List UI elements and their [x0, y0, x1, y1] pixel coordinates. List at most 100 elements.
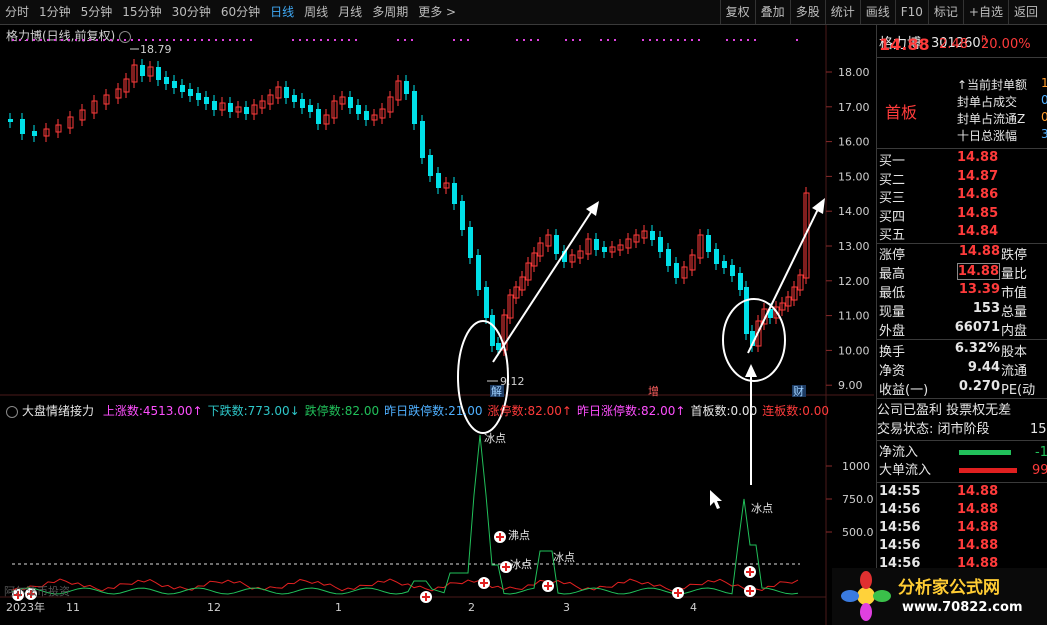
bid-row[interactable]: 买一 14.88	[877, 150, 1047, 169]
event-tag-jie-text: 解	[491, 384, 502, 398]
signal-dot	[348, 39, 350, 41]
quote-stat-row: 净资 9.44 流通	[879, 360, 1028, 379]
signal-dot	[40, 39, 42, 41]
signal-dot	[572, 39, 574, 41]
seal-stat-row: 十日总涨幅33	[957, 127, 1047, 143]
signal-dot	[355, 39, 357, 41]
tab-monthly[interactable]: 月线	[333, 0, 367, 24]
tab-30min[interactable]: 30分钟	[167, 0, 216, 24]
tick-row: 14:56 14.88	[879, 538, 999, 553]
bid-row[interactable]: 买三 14.86	[877, 187, 1047, 206]
signal-dot	[404, 39, 406, 41]
signal-dot	[313, 39, 315, 41]
signal-dot	[236, 39, 238, 41]
signal-dot	[180, 39, 182, 41]
trading-status-num: 15	[1030, 422, 1047, 437]
signal-dot	[208, 39, 210, 41]
candle-body	[554, 235, 559, 254]
signal-dot	[222, 39, 224, 41]
bid-row[interactable]: 买五 14.84	[877, 224, 1047, 243]
tab-5min[interactable]: 5分钟	[76, 0, 118, 24]
signal-dot	[726, 39, 728, 41]
signal-dot	[250, 39, 252, 41]
indicator-item: 跌停数:82.00	[304, 404, 380, 418]
tab-multi-period[interactable]: 多周期	[367, 0, 413, 24]
signal-dot	[68, 39, 70, 41]
price-change: 2.48	[939, 37, 968, 52]
boilpoint-label: 沸点	[508, 529, 530, 542]
high-price-marker: 18.79	[140, 43, 172, 56]
tab-1min[interactable]: 1分钟	[34, 0, 76, 24]
candle-body	[674, 263, 679, 278]
signal-dot	[677, 39, 679, 41]
candle-body	[164, 77, 169, 84]
candle-body	[316, 109, 321, 124]
candle-body	[714, 249, 719, 264]
bid-row[interactable]: 买二 14.87	[877, 169, 1047, 188]
event-tag-zeng: 增	[648, 384, 659, 398]
mark-button[interactable]: 标记	[927, 0, 963, 24]
tab-fenshi[interactable]: 分时	[0, 0, 34, 24]
net-inflow-bar	[959, 450, 1011, 455]
signal-dot	[334, 39, 336, 41]
site-logo: 分析家公式网 www.70822.com	[832, 568, 1047, 625]
icepoint-label-4: 冰点	[751, 502, 773, 515]
signal-dot	[341, 39, 343, 41]
candle-body	[308, 105, 313, 112]
draw-line-button[interactable]: 画线	[859, 0, 895, 24]
time-label-1: 1	[335, 601, 342, 614]
quote-stat-row: 现量 153 总量	[879, 301, 1028, 320]
chart-area[interactable]: 格力博(日线,前复权) 18.00 17.00 16.00 15.00 14.00 13.…	[0, 25, 874, 625]
net-inflow-value: -1	[1035, 445, 1047, 460]
signal-dot	[516, 39, 518, 41]
signal-dot	[453, 39, 455, 41]
multi-stock-button[interactable]: 多股	[789, 0, 825, 24]
signal-dot	[124, 39, 126, 41]
quote-stat-row: 收益(一) 0.270 PE(动	[879, 379, 1036, 398]
tab-more[interactable]: 更多 >	[413, 0, 461, 24]
signal-dot	[173, 39, 175, 41]
indicator-item: 昨日跌停数:21.00	[384, 404, 483, 418]
signal-dot	[698, 39, 700, 41]
signal-dot	[103, 39, 105, 41]
back-button[interactable]: 返回	[1007, 0, 1043, 24]
f10-button[interactable]: F10	[894, 0, 928, 24]
time-label-12: 12	[207, 601, 221, 614]
signal-dot	[19, 39, 21, 41]
fuquan-button[interactable]: 复权	[719, 0, 755, 24]
tab-60min[interactable]: 60分钟	[216, 0, 265, 24]
tab-weekly[interactable]: 周线	[299, 0, 333, 24]
indicator-settings-icon[interactable]	[6, 405, 18, 418]
green-series	[11, 434, 799, 595]
logo-text: 分析家公式网	[898, 578, 1000, 598]
candle-body	[594, 239, 599, 250]
candle-body	[204, 97, 209, 104]
candle-body	[496, 343, 501, 350]
quote-stat-row: 外盘 66071 内盘	[879, 320, 1028, 339]
add-watchlist-button[interactable]: +自选	[962, 0, 1008, 24]
price-axis-label: 18.00	[838, 66, 870, 79]
tab-15min[interactable]: 15分钟	[117, 0, 166, 24]
candle-body	[156, 67, 161, 80]
candle-body	[32, 131, 37, 136]
bid-row[interactable]: 买四 14.85	[877, 206, 1047, 225]
overlay-button[interactable]: 叠加	[754, 0, 790, 24]
candlestick-chart[interactable]: 18.00 17.00 16.00 15.00 14.00 13.00 12.00 11.00…	[0, 25, 874, 625]
stats-button[interactable]: 统计	[824, 0, 860, 24]
signal-dot	[740, 39, 742, 41]
candle-body	[300, 99, 305, 108]
candle-body	[722, 261, 727, 268]
candle-body	[460, 201, 465, 230]
tab-daily[interactable]: 日线	[265, 0, 299, 24]
signal-dot	[117, 39, 119, 41]
indicator-item: 昨日涨停数:82.00↑	[576, 404, 686, 418]
seal-stat-row: ↑当前封单额17	[957, 76, 1047, 92]
quote-panel: 格力博 301260 R 14.88 2.48 20.00% 首板 ↑当前封单额…	[876, 25, 1047, 625]
signal-dot	[691, 39, 693, 41]
trading-status-text: 交易状态: 闭市阶段	[877, 422, 990, 437]
price-axis-label: 10.00	[838, 344, 870, 357]
quote-stat-row: 换手 6.32% 股本	[879, 341, 1028, 360]
price-change-pct: 20.00%	[981, 37, 1031, 52]
signal-dot	[61, 39, 63, 41]
candle-body	[490, 315, 495, 346]
